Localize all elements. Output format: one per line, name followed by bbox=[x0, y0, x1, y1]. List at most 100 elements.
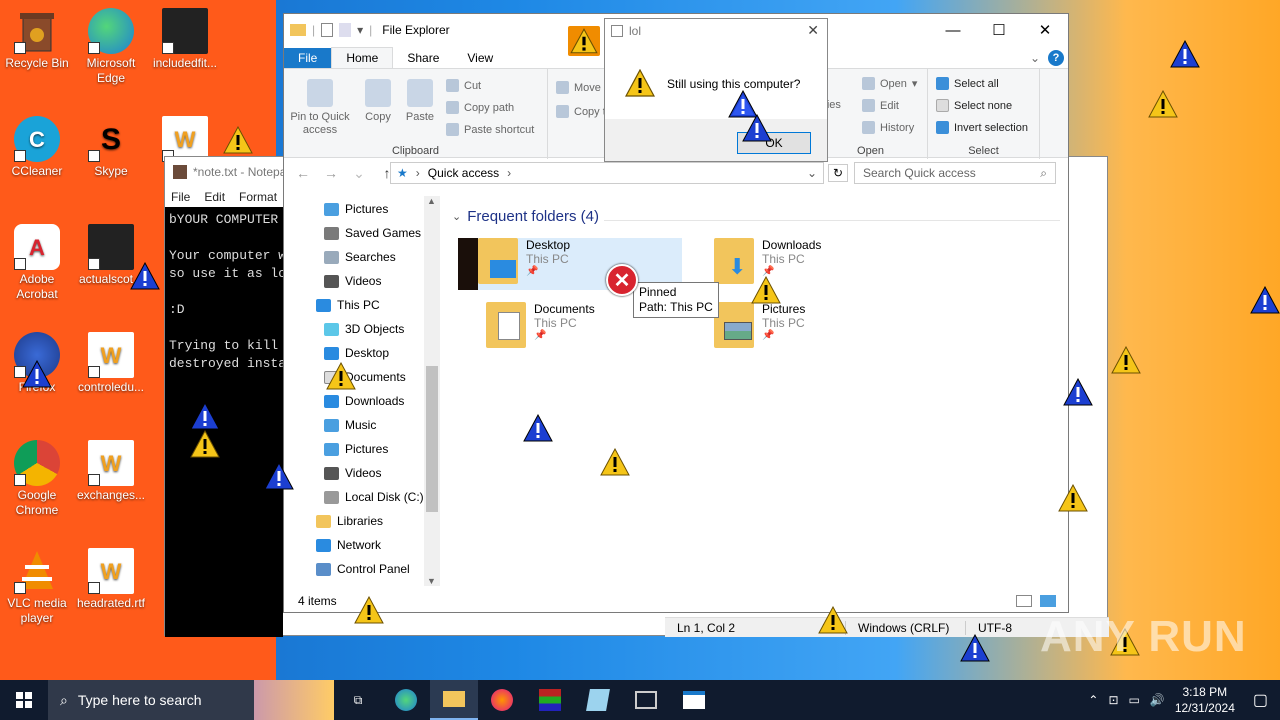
dialog-message: Still using this computer? bbox=[667, 77, 801, 91]
desktop-icon-skype[interactable]: S Skype bbox=[74, 116, 148, 179]
task-view-button[interactable]: ⧉ bbox=[334, 680, 382, 720]
move-to-button[interactable]: Move bbox=[556, 81, 601, 94]
nav-scrollbar[interactable]: ▲ ▼ bbox=[424, 196, 440, 586]
menu-format[interactable]: Format bbox=[239, 190, 277, 204]
back-icon[interactable]: ← bbox=[292, 165, 314, 181]
chevron-down-icon[interactable]: ▾ bbox=[357, 23, 363, 37]
nav-item-3d-objects[interactable]: 3D Objects bbox=[324, 318, 404, 340]
cursor-position: Ln 1, Col 2 bbox=[677, 620, 736, 635]
desktop-icon-includedfit[interactable]: includedfit... bbox=[148, 8, 222, 71]
copy-path-button[interactable]: Copy path bbox=[446, 101, 514, 114]
notepad-text-area[interactable]: bYOUR COMPUTER Your computer w so use it… bbox=[165, 207, 283, 637]
taskbar-winrar[interactable] bbox=[526, 680, 574, 720]
recent-chevron-icon[interactable]: ⌄ bbox=[348, 165, 370, 182]
pin-quick-access-button[interactable]: Pin to Quick access bbox=[290, 79, 350, 137]
nav-item-libraries[interactable]: Libraries bbox=[316, 510, 383, 532]
taskbar-notepad[interactable] bbox=[574, 680, 622, 720]
history-button[interactable]: History bbox=[862, 121, 914, 134]
tab-view[interactable]: View bbox=[453, 48, 507, 68]
monitor-icon[interactable]: ▭ bbox=[1129, 693, 1140, 707]
start-button[interactable] bbox=[0, 680, 48, 720]
desktop-icon-exchanges[interactable]: W exchanges... bbox=[74, 440, 148, 503]
large-icons-view-icon[interactable] bbox=[1040, 595, 1056, 607]
copy-to-button[interactable]: Copy t bbox=[556, 105, 606, 118]
cut-button[interactable]: Cut bbox=[446, 79, 481, 92]
taskbar-search-input[interactable]: ⌕ Type here to search bbox=[48, 680, 254, 720]
nav-item-music[interactable]: Music bbox=[324, 414, 376, 436]
minimize-button[interactable]: — bbox=[930, 14, 976, 46]
maximize-button[interactable]: ☐ bbox=[976, 14, 1022, 46]
scroll-up-icon[interactable]: ▲ bbox=[427, 196, 436, 206]
nav-item-control-panel[interactable]: Control Panel bbox=[316, 558, 410, 580]
details-view-icon[interactable] bbox=[1016, 595, 1032, 607]
tab-file[interactable]: File bbox=[284, 48, 332, 68]
folder-downloads[interactable]: ⬇ Downloads This PC 📌 bbox=[714, 238, 938, 290]
dialog-footer: OK bbox=[605, 119, 827, 161]
nav-item-pictures-pc[interactable]: Pictures bbox=[324, 438, 388, 460]
address-bar[interactable]: ★ › Quick access › ⌄ bbox=[390, 162, 824, 184]
notification-icon[interactable]: ▢ bbox=[1253, 690, 1268, 710]
nav-item-videos-pc[interactable]: Videos bbox=[324, 462, 381, 484]
nav-item-searches[interactable]: Searches bbox=[324, 246, 396, 268]
taskbar-app-window[interactable] bbox=[622, 680, 670, 720]
frequent-folders-header[interactable]: ⌄ Frequent folders (4) bbox=[452, 208, 599, 225]
taskbar-firefox[interactable] bbox=[478, 680, 526, 720]
search-input[interactable]: Search Quick access ⌕ bbox=[854, 162, 1056, 184]
taskbar-app-dialog[interactable] bbox=[670, 680, 718, 720]
network-icon[interactable]: ⊡ bbox=[1108, 693, 1118, 707]
paste-shortcut-button[interactable]: Paste shortcut bbox=[446, 123, 534, 136]
help-icon[interactable]: ? bbox=[1048, 50, 1064, 66]
volume-icon[interactable]: 🔊 bbox=[1150, 693, 1165, 707]
properties-icon[interactable] bbox=[321, 23, 334, 37]
nav-item-videos[interactable]: Videos bbox=[324, 270, 381, 292]
select-all-button[interactable]: Select all bbox=[936, 77, 999, 90]
network-icon bbox=[316, 538, 331, 552]
menu-file[interactable]: File bbox=[171, 190, 190, 204]
desktop-icon-chrome[interactable]: Google Chrome bbox=[0, 440, 74, 518]
breadcrumb-chevron-icon: › bbox=[415, 166, 420, 180]
nav-item-pictures[interactable]: Pictures bbox=[324, 198, 388, 220]
refresh-icon[interactable]: ↻ bbox=[828, 164, 848, 182]
clock[interactable]: 3:18 PM 12/31/2024 bbox=[1175, 684, 1235, 716]
tab-share[interactable]: Share bbox=[393, 48, 453, 68]
menu-edit[interactable]: Edit bbox=[204, 190, 225, 204]
chevron-up-icon[interactable]: ⌃ bbox=[1088, 693, 1098, 707]
taskbar-edge[interactable] bbox=[382, 680, 430, 720]
desktop-icon-ccleaner[interactable]: C CCleaner bbox=[0, 116, 74, 179]
nav-item-desktop[interactable]: Desktop bbox=[324, 342, 389, 364]
new-folder-icon[interactable] bbox=[339, 23, 352, 37]
nav-item-downloads[interactable]: Downloads bbox=[324, 390, 404, 412]
folder-pictures[interactable]: Pictures This PC 📌 bbox=[714, 302, 938, 354]
invert-selection-button[interactable]: Invert selection bbox=[936, 121, 1028, 134]
close-icon[interactable]: ✕ bbox=[807, 22, 819, 39]
chevron-down-icon: ⌄ bbox=[452, 211, 462, 223]
chevron-down-icon[interactable]: ⌄ bbox=[807, 166, 817, 180]
desktop-icon-headrated[interactable]: W headrated.rtf bbox=[74, 548, 148, 611]
desktop-icon-edge[interactable]: Microsoft Edge bbox=[74, 8, 148, 86]
chevron-down-icon[interactable]: ⌄ bbox=[1030, 51, 1040, 65]
desktop-icon-acrobat[interactable]: A Adobe Acrobat bbox=[0, 224, 74, 302]
taskbar-file-explorer[interactable] bbox=[430, 680, 478, 720]
pin-icon: 📌 bbox=[762, 330, 775, 341]
nav-item-local-disk[interactable]: Local Disk (C:) bbox=[324, 486, 424, 508]
tab-home[interactable]: Home bbox=[331, 47, 394, 68]
dialog-titlebar[interactable]: lol bbox=[605, 19, 827, 43]
breadcrumb-chevron-icon: › bbox=[507, 166, 512, 180]
close-button[interactable]: ✕ bbox=[1022, 14, 1068, 46]
select-none-button[interactable]: Select none bbox=[936, 99, 1012, 112]
paste-button[interactable]: Paste bbox=[390, 79, 450, 123]
edit-button[interactable]: Edit bbox=[862, 99, 899, 112]
breadcrumb-quick-access[interactable]: Quick access bbox=[428, 166, 499, 180]
nav-item-saved-games[interactable]: Saved Games bbox=[324, 222, 421, 244]
scroll-down-icon[interactable]: ▼ bbox=[427, 576, 436, 586]
forward-icon[interactable]: → bbox=[320, 165, 342, 181]
desktop-icon-controledu[interactable]: W controledu... bbox=[74, 332, 148, 395]
taskbar-news-widget[interactable] bbox=[254, 680, 334, 720]
desktop-icon-recycle-bin[interactable]: Recycle Bin bbox=[0, 8, 74, 71]
message-dialog[interactable]: lol ✕ Still using this computer? OK bbox=[604, 18, 828, 162]
nav-item-this-pc[interactable]: This PC bbox=[316, 294, 380, 316]
nav-item-network[interactable]: Network bbox=[316, 534, 381, 556]
scrollbar-thumb[interactable] bbox=[426, 366, 438, 512]
open-button[interactable]: Open ▾ bbox=[862, 77, 917, 90]
desktop-icon-vlc[interactable]: VLC media player bbox=[0, 548, 74, 626]
